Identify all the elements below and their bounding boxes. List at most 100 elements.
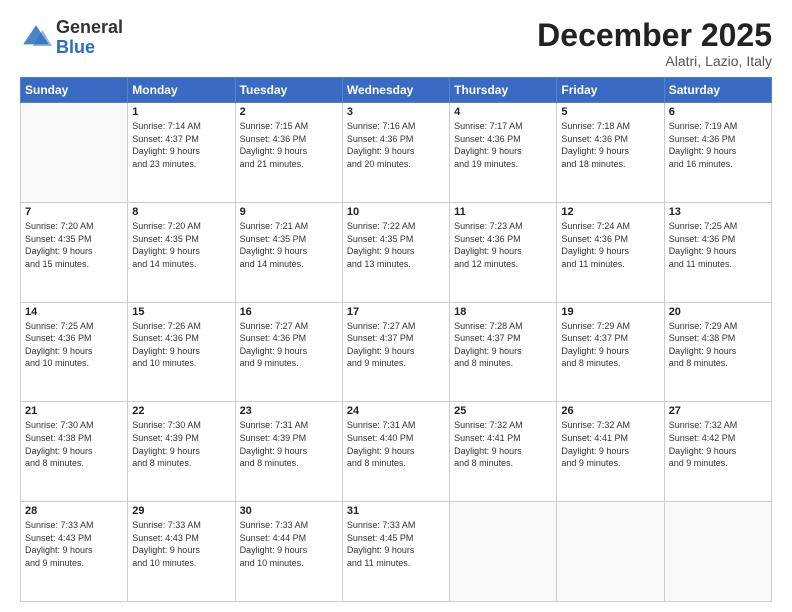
day-number: 5 (561, 106, 659, 118)
day-number: 26 (561, 405, 659, 417)
table-row: 3Sunrise: 7:16 AMSunset: 4:36 PMDaylight… (342, 103, 449, 203)
table-row: 21Sunrise: 7:30 AMSunset: 4:38 PMDayligh… (21, 402, 128, 502)
table-row: 25 Sunrise: 7:32 AMSunset: 4:41 PMDayligh… (450, 402, 557, 502)
table-row (664, 502, 771, 602)
table-row: 7Sunrise: 7:20 AMSunset: 4:35 PMDaylight… (21, 202, 128, 302)
table-row (450, 502, 557, 602)
day-info: Sunrise: 7:33 AMSunset: 4:44 PMDaylight:… (240, 519, 338, 569)
day-number: 24 (347, 405, 445, 417)
table-row: 11 Sunrise: 7:23 AMSunset: 4:36 PMDayligh… (450, 202, 557, 302)
day-info: Sunrise: 7:20 AMSunset: 4:35 PMDaylight:… (25, 220, 123, 270)
table-row: 23 Sunrise: 7:31 AMSunset: 4:39 PMDayligh… (235, 402, 342, 502)
day-info: Sunrise: 7:32 AMSunset: 4:41 PMDaylight:… (561, 419, 659, 469)
day-info: Sunrise: 7:24 AMSunset: 4:36 PMDaylight:… (561, 220, 659, 270)
day-number: 4 (454, 106, 552, 118)
col-tuesday: Tuesday (235, 78, 342, 103)
table-row: 13 Sunrise: 7:25 AMSunset: 4:36 PMDayligh… (664, 202, 771, 302)
calendar-subtitle: Alatri, Lazio, Italy (537, 53, 772, 69)
table-row: 20Sunrise: 7:29 AMSunset: 4:38 PMDayligh… (664, 302, 771, 402)
day-info: Sunrise: 7:29 AMSunset: 4:38 PMDaylight:… (669, 320, 767, 370)
day-number: 2 (240, 106, 338, 118)
day-number: 22 (132, 405, 230, 417)
day-info: Sunrise: 7:25 AMSunset: 4:36 PMDaylight:… (25, 320, 123, 370)
col-sunday: Sunday (21, 78, 128, 103)
day-number: 12 (561, 206, 659, 218)
day-info: Sunrise: 7:18 AMSunset: 4:36 PMDaylight:… (561, 120, 659, 170)
col-friday: Friday (557, 78, 664, 103)
table-row: 19 Sunrise: 7:29 AMSunset: 4:37 PMDayligh… (557, 302, 664, 402)
col-thursday: Thursday (450, 78, 557, 103)
calendar-week-row: 7Sunrise: 7:20 AMSunset: 4:35 PMDaylight… (21, 202, 772, 302)
day-info: Sunrise: 7:29 AMSunset: 4:37 PMDaylight:… (561, 320, 659, 370)
day-info: Sunrise: 7:31 AMSunset: 4:39 PMDaylight:… (240, 419, 338, 469)
day-number: 8 (132, 206, 230, 218)
day-info: Sunrise: 7:33 AMSunset: 4:45 PMDaylight:… (347, 519, 445, 569)
day-info: Sunrise: 7:21 AMSunset: 4:35 PMDaylight:… (240, 220, 338, 270)
day-number: 28 (25, 505, 123, 517)
table-row: 14 Sunrise: 7:25 AMSunset: 4:36 PMDayligh… (21, 302, 128, 402)
day-info: Sunrise: 7:30 AMSunset: 4:38 PMDaylight:… (25, 419, 123, 469)
day-info: Sunrise: 7:27 AMSunset: 4:36 PMDaylight:… (240, 320, 338, 370)
day-info: Sunrise: 7:33 AMSunset: 4:43 PMDaylight:… (25, 519, 123, 569)
day-number: 18 (454, 306, 552, 318)
table-row: 28 Sunrise: 7:33 AMSunset: 4:43 PMDayligh… (21, 502, 128, 602)
day-info: Sunrise: 7:16 AMSunset: 4:36 PMDaylight:… (347, 120, 445, 170)
table-row: 18 Sunrise: 7:28 AMSunset: 4:37 PMDayligh… (450, 302, 557, 402)
day-number: 23 (240, 405, 338, 417)
day-info: Sunrise: 7:19 AMSunset: 4:36 PMDaylight:… (669, 120, 767, 170)
table-row: 15Sunrise: 7:26 AMSunset: 4:36 PMDayligh… (128, 302, 235, 402)
logo-general: General (56, 17, 123, 37)
page: General Blue December 2025 Alatri, Lazio… (0, 0, 792, 612)
day-info: Sunrise: 7:33 AMSunset: 4:43 PMDaylight:… (132, 519, 230, 569)
table-row: 8 Sunrise: 7:20 AMSunset: 4:35 PMDaylight… (128, 202, 235, 302)
table-row: 22 Sunrise: 7:30 AMSunset: 4:39 PMDayligh… (128, 402, 235, 502)
table-row: 10Sunrise: 7:22 AMSunset: 4:35 PMDayligh… (342, 202, 449, 302)
day-number: 27 (669, 405, 767, 417)
day-info: Sunrise: 7:25 AMSunset: 4:36 PMDaylight:… (669, 220, 767, 270)
table-row: 1 Sunrise: 7:14 AMSunset: 4:37 PMDaylight… (128, 103, 235, 203)
day-info: Sunrise: 7:31 AMSunset: 4:40 PMDaylight:… (347, 419, 445, 469)
col-saturday: Saturday (664, 78, 771, 103)
day-info: Sunrise: 7:23 AMSunset: 4:36 PMDaylight:… (454, 220, 552, 270)
day-info: Sunrise: 7:15 AMSunset: 4:36 PMDaylight:… (240, 120, 338, 170)
day-info: Sunrise: 7:32 AMSunset: 4:41 PMDaylight:… (454, 419, 552, 469)
day-number: 31 (347, 505, 445, 517)
table-row: 6 Sunrise: 7:19 AMSunset: 4:36 PMDaylight… (664, 103, 771, 203)
logo-icon (20, 22, 52, 54)
day-info: Sunrise: 7:32 AMSunset: 4:42 PMDaylight:… (669, 419, 767, 469)
day-number: 11 (454, 206, 552, 218)
day-info: Sunrise: 7:20 AMSunset: 4:35 PMDaylight:… (132, 220, 230, 270)
day-info: Sunrise: 7:30 AMSunset: 4:39 PMDaylight:… (132, 419, 230, 469)
table-row: 27 Sunrise: 7:32 AMSunset: 4:42 PMDayligh… (664, 402, 771, 502)
day-info: Sunrise: 7:17 AMSunset: 4:36 PMDaylight:… (454, 120, 552, 170)
day-number: 19 (561, 306, 659, 318)
logo-text: General Blue (56, 18, 123, 58)
day-number: 9 (240, 206, 338, 218)
day-info: Sunrise: 7:22 AMSunset: 4:35 PMDaylight:… (347, 220, 445, 270)
calendar-week-row: 21Sunrise: 7:30 AMSunset: 4:38 PMDayligh… (21, 402, 772, 502)
table-row: 29Sunrise: 7:33 AMSunset: 4:43 PMDayligh… (128, 502, 235, 602)
day-number: 1 (132, 106, 230, 118)
calendar-title: December 2025 (537, 18, 772, 53)
day-info: Sunrise: 7:14 AMSunset: 4:37 PMDaylight:… (132, 120, 230, 170)
table-row: 30 Sunrise: 7:33 AMSunset: 4:44 PMDayligh… (235, 502, 342, 602)
table-row (21, 103, 128, 203)
calendar-table: Sunday Monday Tuesday Wednesday Thursday… (20, 77, 772, 602)
calendar-week-row: 1 Sunrise: 7:14 AMSunset: 4:37 PMDaylight… (21, 103, 772, 203)
day-number: 13 (669, 206, 767, 218)
day-number: 14 (25, 306, 123, 318)
header: General Blue December 2025 Alatri, Lazio… (20, 18, 772, 69)
day-number: 25 (454, 405, 552, 417)
day-info: Sunrise: 7:28 AMSunset: 4:37 PMDaylight:… (454, 320, 552, 370)
table-row: 5 Sunrise: 7:18 AMSunset: 4:36 PMDaylight… (557, 103, 664, 203)
title-block: December 2025 Alatri, Lazio, Italy (537, 18, 772, 69)
day-number: 30 (240, 505, 338, 517)
day-number: 6 (669, 106, 767, 118)
table-row: 9 Sunrise: 7:21 AMSunset: 4:35 PMDaylight… (235, 202, 342, 302)
table-row: 26 Sunrise: 7:32 AMSunset: 4:41 PMDayligh… (557, 402, 664, 502)
table-row: 4 Sunrise: 7:17 AMSunset: 4:36 PMDaylight… (450, 103, 557, 203)
table-row: 17Sunrise: 7:27 AMSunset: 4:37 PMDayligh… (342, 302, 449, 402)
day-number: 16 (240, 306, 338, 318)
col-wednesday: Wednesday (342, 78, 449, 103)
day-number: 15 (132, 306, 230, 318)
